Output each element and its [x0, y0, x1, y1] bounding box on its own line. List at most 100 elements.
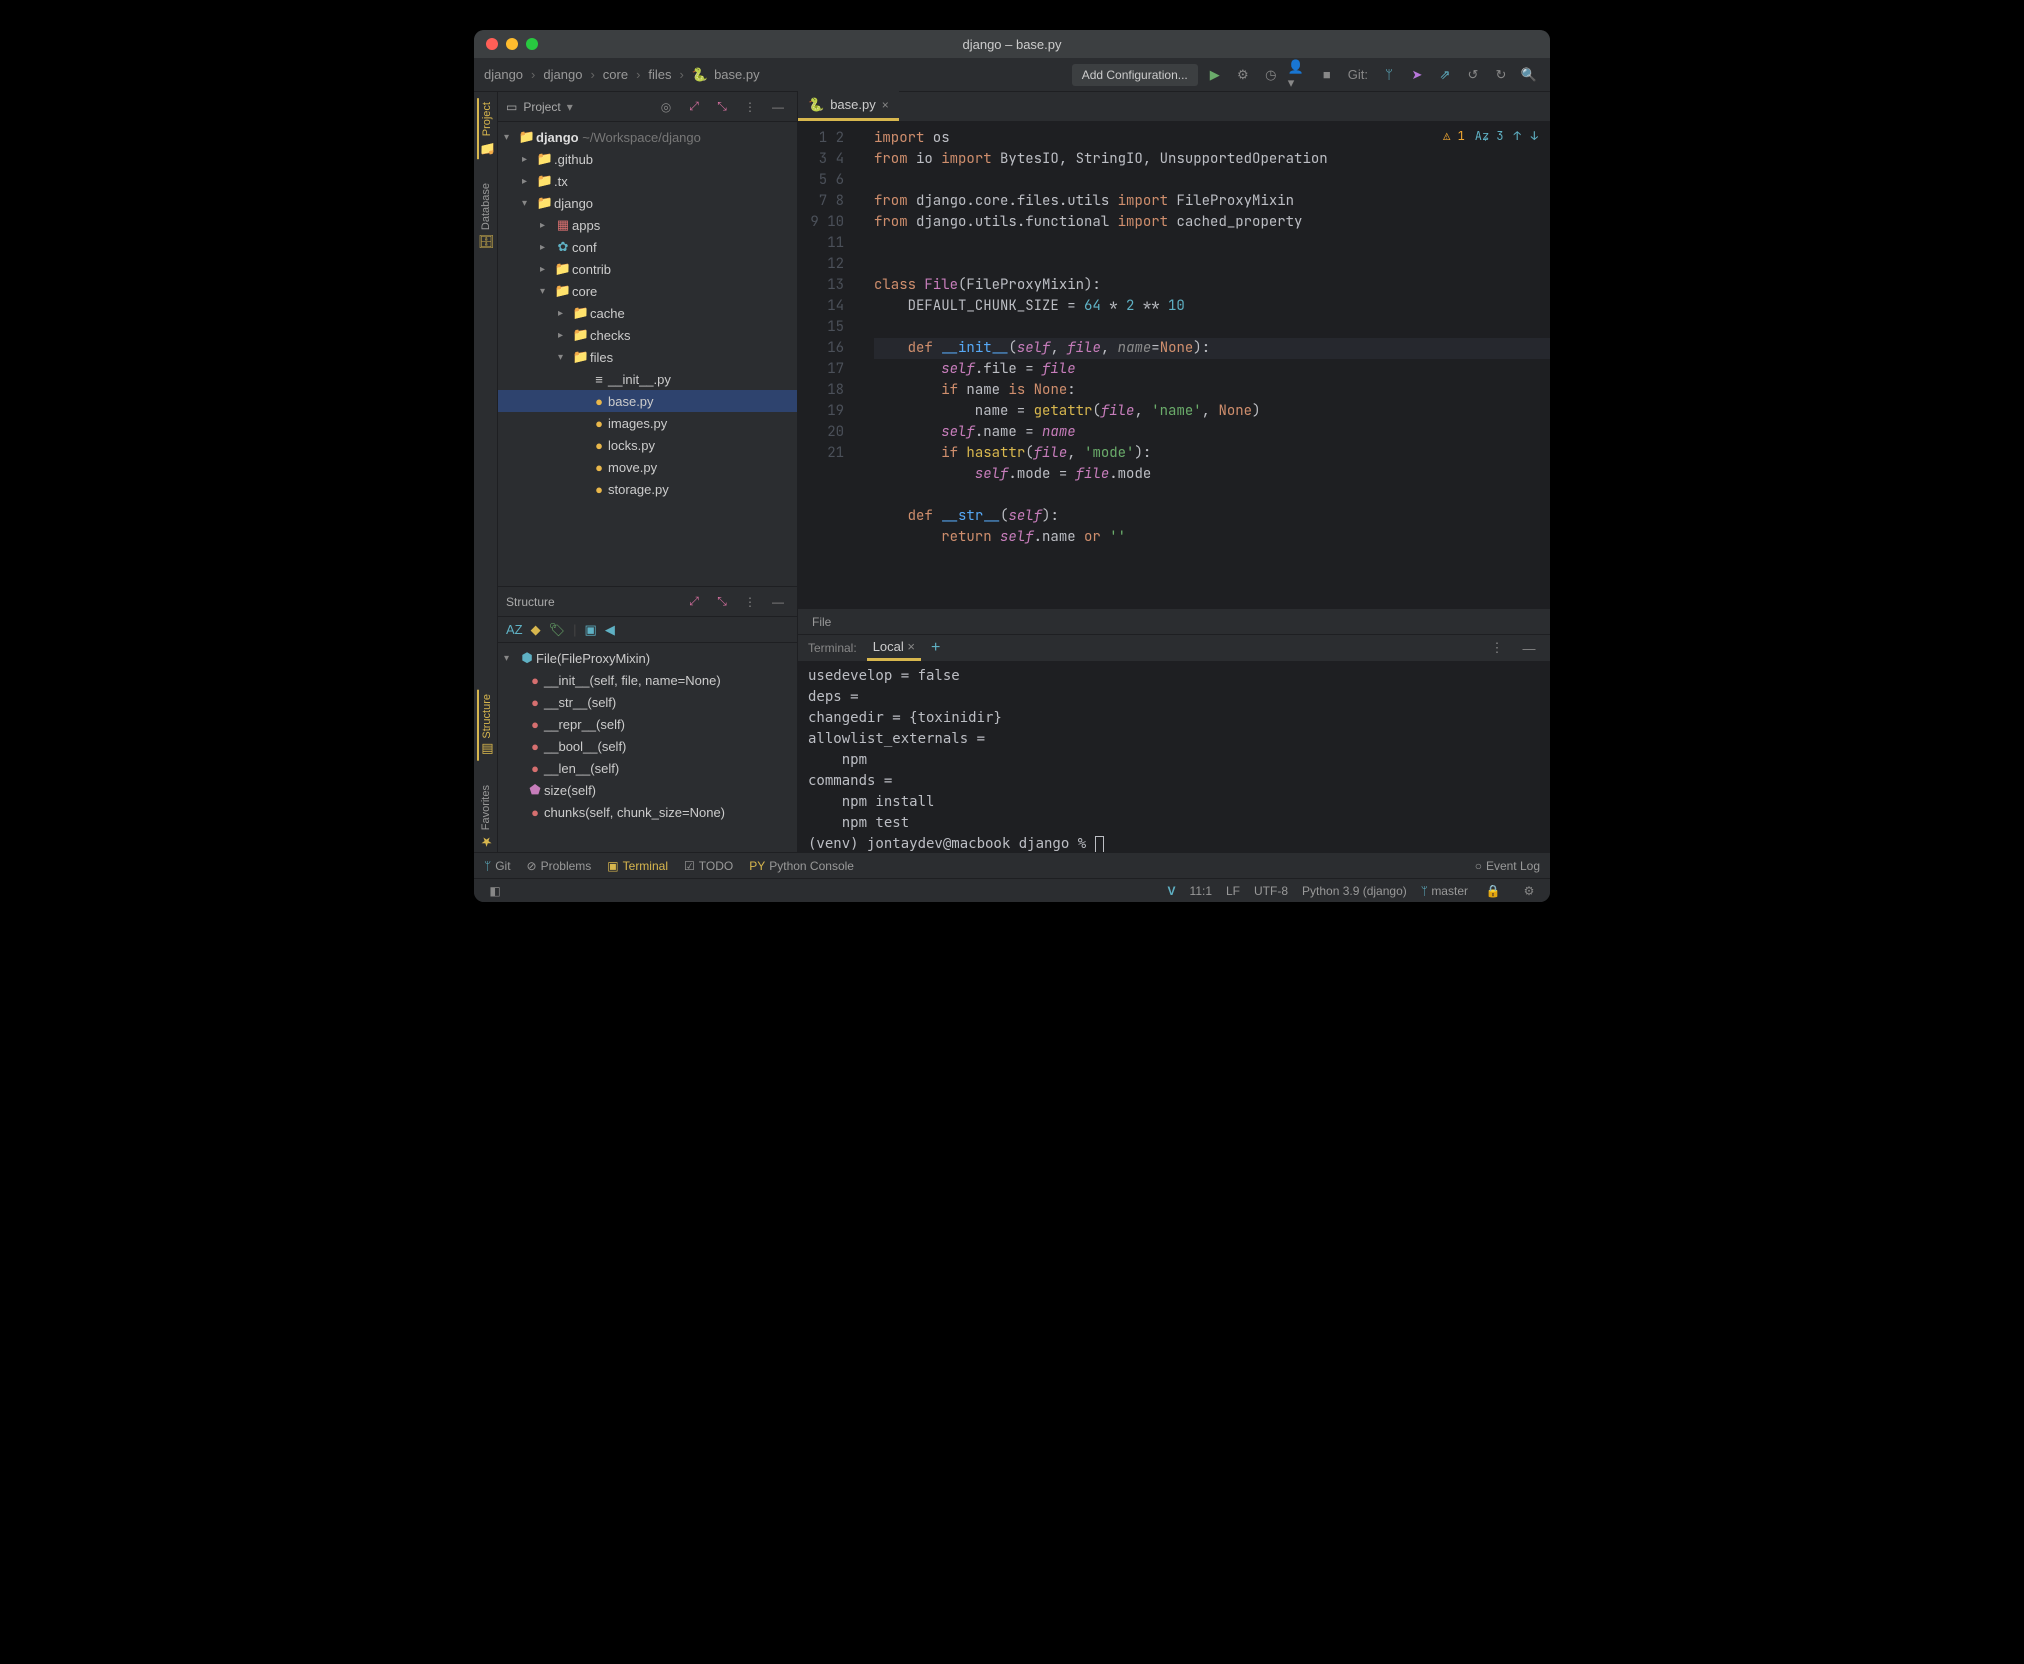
tree-root[interactable]: ▾📁 django ~/Workspace/django [498, 126, 797, 148]
breadcrumb-item[interactable]: base.py [714, 67, 760, 82]
structure-panel-title: Structure [506, 595, 555, 609]
sync-settings-icon[interactable]: ⚙ [1518, 880, 1540, 902]
terminal-tab[interactable]: Local × [867, 635, 921, 661]
lock-icon[interactable]: 🔒 [1482, 880, 1504, 902]
breadcrumb-item[interactable]: django [543, 67, 582, 82]
close-window-icon[interactable] [486, 38, 498, 50]
database-tool-button[interactable]: 🗄 Database [478, 179, 493, 254]
interpreter[interactable]: Python 3.9 (django) [1302, 884, 1407, 898]
tree-item[interactable]: ●storage.py [498, 478, 797, 500]
editor-breadcrumb[interactable]: File [798, 608, 1550, 634]
vim-icon[interactable]: V [1168, 884, 1176, 898]
filter-icon[interactable]: ◆ [531, 622, 541, 638]
structure-method[interactable]: ●__str__(self) [498, 691, 797, 713]
collapse-icon[interactable]: ⤡ [711, 591, 733, 613]
prev-highlight-icon[interactable]: ↑ [1514, 128, 1521, 144]
add-configuration-button[interactable]: Add Configuration... [1072, 64, 1198, 86]
editor-tab[interactable]: 🐍 base.py × [798, 91, 899, 121]
tree-item[interactable]: ●move.py [498, 456, 797, 478]
structure-method[interactable]: ●__repr__(self) [498, 713, 797, 735]
minimize-window-icon[interactable] [506, 38, 518, 50]
inspection-summary[interactable]: ⚠ 1 Aʑ 3 ↑ ↓ [1443, 128, 1538, 144]
line-separator[interactable]: LF [1226, 884, 1240, 898]
show-fields-icon[interactable]: ▣ [585, 622, 597, 638]
next-highlight-icon[interactable]: ↓ [1531, 128, 1538, 144]
terminal-tool-button[interactable]: ▣ Terminal [607, 859, 668, 873]
structure-method[interactable]: ⬟size(self) [498, 779, 797, 801]
collapse-icon[interactable]: ⤡ [711, 96, 733, 118]
tree-item[interactable]: ▸📁.github [498, 148, 797, 170]
tree-item[interactable]: ▸📁contrib [498, 258, 797, 280]
minimize-panel-icon[interactable]: — [767, 591, 789, 613]
git-branch-icon[interactable]: ᛘ [1378, 64, 1400, 86]
more-icon[interactable]: ⋮ [739, 96, 761, 118]
structure-method[interactable]: ●__init__(self, file, name=None) [498, 669, 797, 691]
python-console-tool-button[interactable]: PY Python Console [749, 859, 854, 873]
structure-class-node[interactable]: ▾⬢File(FileProxyMixin) [498, 647, 797, 669]
tool-windows-icon[interactable]: ◧ [484, 880, 506, 902]
warning-icon[interactable]: ⚠ 1 [1443, 128, 1465, 144]
close-tab-icon[interactable]: × [882, 98, 889, 112]
expand-icon[interactable]: ⤢ [683, 96, 705, 118]
structure-tree[interactable]: ▾⬢File(FileProxyMixin) ●__init__(self, f… [498, 643, 797, 852]
search-icon[interactable]: 🔍 [1518, 64, 1540, 86]
debug-icon[interactable]: ⚙ [1232, 64, 1254, 86]
project-tool-button[interactable]: 📁 Project [477, 98, 494, 159]
tree-item[interactable]: ●images.py [498, 412, 797, 434]
breadcrumb-item[interactable]: files [648, 67, 671, 82]
maximize-window-icon[interactable] [526, 38, 538, 50]
breadcrumb-item[interactable]: django [484, 67, 523, 82]
tree-item[interactable]: ▸▦apps [498, 214, 797, 236]
show-inherited-icon[interactable]: ◀ [605, 622, 615, 638]
new-terminal-icon[interactable]: + [931, 639, 940, 657]
rollback-icon[interactable]: ↻ [1490, 64, 1512, 86]
history-icon[interactable]: ↺ [1462, 64, 1484, 86]
tree-item[interactable]: ●base.py [498, 390, 797, 412]
expand-icon[interactable]: ⤢ [683, 591, 705, 613]
event-log-button[interactable]: ○ Event Log [1475, 859, 1540, 873]
structure-method[interactable]: ●__bool__(self) [498, 735, 797, 757]
more-icon[interactable]: ⋮ [739, 591, 761, 613]
tree-item[interactable]: ▸📁.tx [498, 170, 797, 192]
todo-tool-button[interactable]: ☑ TODO [684, 859, 733, 873]
minimize-panel-icon[interactable]: — [767, 96, 789, 118]
structure-tool-button[interactable]: ▤ Structure [477, 690, 494, 761]
coverage-icon[interactable]: ◷ [1260, 64, 1282, 86]
stop-icon[interactable]: ■ [1316, 64, 1338, 86]
tree-item[interactable]: ▸📁checks [498, 324, 797, 346]
structure-method[interactable]: ●chunks(self, chunk_size=None) [498, 801, 797, 823]
dropdown-icon[interactable]: ▾ [567, 100, 573, 114]
run-icon[interactable]: ▶ [1204, 64, 1226, 86]
problems-tool-button[interactable]: ⊘ Problems [527, 859, 592, 873]
more-icon[interactable]: ⋮ [1486, 637, 1508, 659]
terminal-output[interactable]: usedevelop = false deps = changedir = {t… [798, 662, 1550, 859]
code-editor[interactable]: 1 2 3 4 5 6 7 8 9 10 11 12 13 14 15 16 1… [798, 122, 1550, 608]
tree-item[interactable]: ▾📁files [498, 346, 797, 368]
git-commit-icon[interactable]: ➤ [1406, 64, 1428, 86]
tree-item[interactable]: ▾📁core [498, 280, 797, 302]
encoding[interactable]: UTF-8 [1254, 884, 1288, 898]
project-tree[interactable]: ▾📁 django ~/Workspace/django ▸📁.github▸📁… [498, 122, 797, 586]
breadcrumb-item[interactable]: core [603, 67, 628, 82]
code-content[interactable]: import os from io import BytesIO, String… [874, 122, 1550, 608]
git-push-icon[interactable]: ⇗ [1434, 64, 1456, 86]
tree-item[interactable]: ●locks.py [498, 434, 797, 456]
profile-icon[interactable]: 👤▾ [1288, 64, 1310, 86]
favorites-tool-button[interactable]: ★ Favorites [478, 781, 493, 852]
caret-position[interactable]: 11:1 [1190, 884, 1212, 898]
tree-item[interactable]: ▸📁cache [498, 302, 797, 324]
tree-item[interactable]: ▸✿conf [498, 236, 797, 258]
sort-alpha-icon[interactable]: AZ [506, 622, 523, 637]
tree-item[interactable]: ≡__init__.py [498, 368, 797, 390]
typo-icon[interactable]: Aʑ 3 [1475, 128, 1504, 144]
terminal-panel: Terminal: Local × + ⋮ — usedevelop = fal… [798, 634, 1550, 852]
line-gutter: 1 2 3 4 5 6 7 8 9 10 11 12 13 14 15 16 1… [798, 122, 874, 608]
tree-item[interactable]: ▾📁django [498, 192, 797, 214]
minimize-panel-icon[interactable]: — [1518, 637, 1540, 659]
tag-icon[interactable]: 🏷 [549, 622, 566, 638]
git-branch[interactable]: ᛘ master [1421, 884, 1468, 898]
git-tool-button[interactable]: ᛘ Git [484, 859, 511, 873]
target-icon[interactable]: ◎ [655, 96, 677, 118]
close-tab-icon[interactable]: × [907, 639, 915, 654]
structure-method[interactable]: ●__len__(self) [498, 757, 797, 779]
